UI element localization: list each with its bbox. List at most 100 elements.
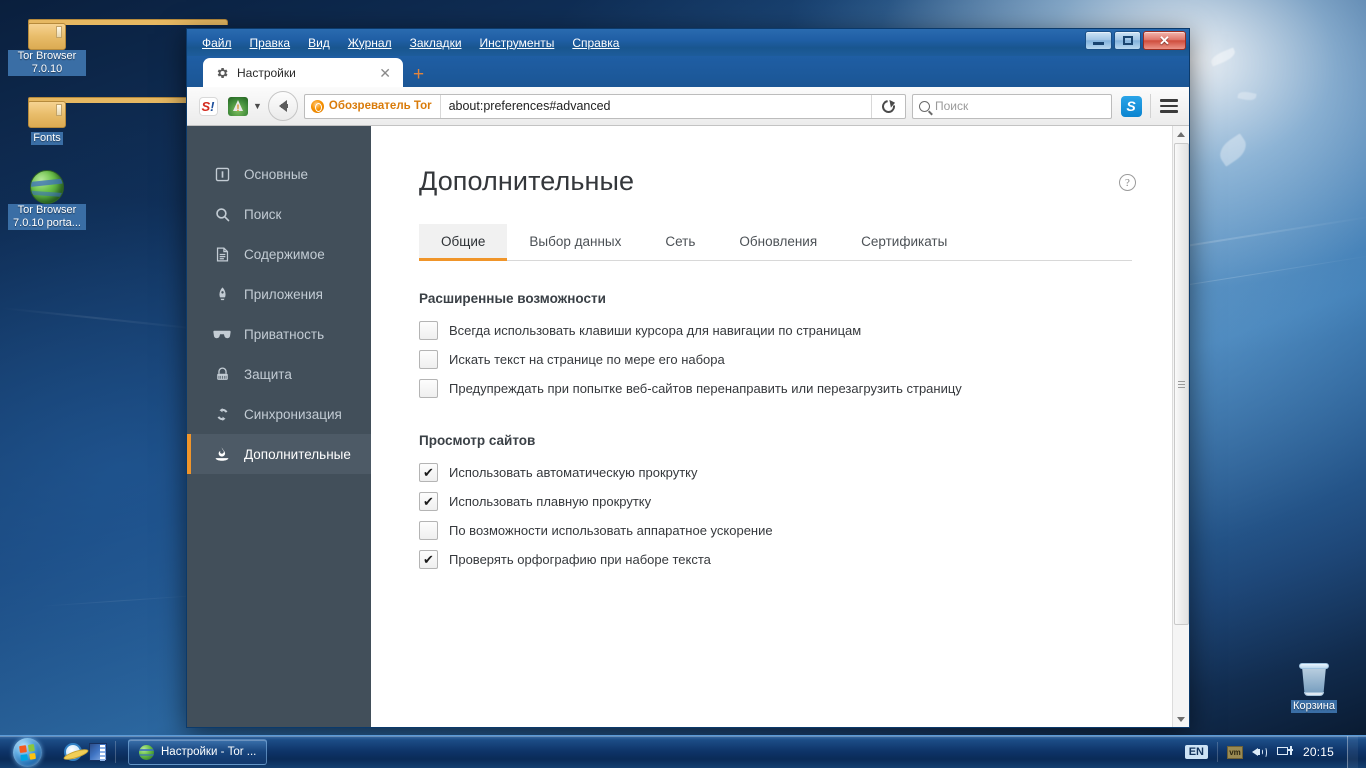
tray-divider: [1216, 742, 1218, 762]
sidebar-item-general[interactable]: Основные: [187, 154, 371, 194]
sidebar-item-advanced[interactable]: Дополнительные: [187, 434, 371, 474]
browser-tab-settings[interactable]: Настройки ✕: [203, 58, 403, 87]
privacy-icon: [213, 325, 231, 343]
vertical-scrollbar[interactable]: [1172, 126, 1189, 727]
chevron-down-icon: [1177, 716, 1185, 722]
checkbox-warn-redirect[interactable]: [419, 379, 438, 398]
sidebar-item-sync[interactable]: Синхронизация: [187, 394, 371, 434]
skype-icon: S: [1120, 95, 1142, 117]
checkbox-row-search-as-you-type[interactable]: Искать текст на странице по мере его наб…: [419, 345, 1172, 374]
menu-tools[interactable]: Инструменты: [471, 33, 564, 53]
desktop-icon-label: Tor Browser 7.0.10: [8, 50, 86, 76]
tab-data-choices[interactable]: Выбор данных: [507, 224, 643, 261]
sidebar-item-privacy[interactable]: Приватность: [187, 314, 371, 354]
search-input[interactable]: [935, 99, 1105, 113]
checkbox-row-smooth-scroll[interactable]: Использовать плавную прокрутку: [419, 487, 1172, 516]
desktop-icon-tor-browser-folder[interactable]: Tor Browser 7.0.10: [8, 6, 228, 77]
page-title: Дополнительные: [419, 166, 635, 196]
chevron-up-icon: [1177, 131, 1185, 137]
show-desktop-button[interactable]: [1347, 735, 1358, 768]
wallpaper-leaf: [1209, 47, 1237, 67]
s-bang-addon-button[interactable]: S!: [195, 93, 221, 119]
windows-logo-icon: [12, 737, 42, 767]
help-icon[interactable]: ?: [1119, 174, 1136, 191]
visualizer-icon[interactable]: [89, 743, 107, 761]
desktop-icon-recycle-bin[interactable]: Корзина: [1275, 652, 1353, 714]
start-button[interactable]: [2, 737, 52, 768]
title-bar: Файл Правка Вид Журнал Закладки Инструме…: [187, 29, 1189, 56]
menu-edit[interactable]: Правка: [241, 33, 300, 53]
checkbox-row-spellcheck[interactable]: Проверять орфографию при наборе текста: [419, 545, 1172, 574]
maximize-icon: [1122, 36, 1133, 45]
tab-title: Настройки: [237, 65, 296, 80]
tab-certificates[interactable]: Сертификаты: [839, 224, 969, 261]
url-input[interactable]: [440, 94, 871, 118]
desktop-icon-label: Fonts: [31, 132, 63, 145]
sidebar-item-content[interactable]: Содержимое: [187, 234, 371, 274]
minimize-button[interactable]: [1085, 31, 1112, 50]
new-tab-button[interactable]: +: [403, 65, 434, 87]
checkbox-label: Искать текст на странице по мере его наб…: [449, 352, 725, 367]
noscript-icon: [228, 96, 248, 116]
checkbox-row-warn-redirect[interactable]: Предупреждать при попытке веб-сайтов пер…: [419, 374, 1172, 403]
tab-updates[interactable]: Обновления: [717, 224, 839, 261]
scroll-down-button[interactable]: [1173, 711, 1190, 727]
sidebar-item-label: Синхронизация: [244, 406, 342, 422]
taskbar-separator: [115, 741, 116, 763]
search-box[interactable]: [912, 93, 1112, 119]
checkbox-label: Использовать автоматическую прокрутку: [449, 465, 698, 480]
identity-label: Обозреватель Tor: [328, 100, 432, 112]
url-bar[interactable]: Обозреватель Tor: [303, 93, 906, 119]
network-icon[interactable]: [1276, 745, 1294, 759]
sidebar-item-label: Основные: [244, 166, 309, 182]
tab-strip: Настройки ✕ +: [187, 56, 1189, 87]
desktop-icon-tor-browser-portable[interactable]: Tor Browser 7.0.10 porta...: [8, 160, 86, 231]
tab-general[interactable]: Общие: [419, 224, 508, 261]
minimize-icon: [1093, 42, 1104, 45]
close-icon: ✕: [1159, 33, 1170, 48]
checkbox-spellcheck[interactable]: [419, 550, 438, 569]
scroll-up-button[interactable]: [1173, 126, 1190, 142]
sidebar-item-applications[interactable]: Приложения: [187, 274, 371, 314]
checkbox-row-hardware-acceleration[interactable]: По возможности использовать аппаратное у…: [419, 516, 1172, 545]
menu-file[interactable]: Файл: [193, 33, 241, 53]
tab-close-icon[interactable]: ✕: [377, 66, 393, 80]
noscript-addon-button[interactable]: [227, 93, 249, 119]
menu-button[interactable]: [1157, 95, 1181, 117]
skype-addon-button[interactable]: S: [1118, 93, 1144, 119]
checkbox-row-caret-browsing[interactable]: Всегда использовать клавиши курсора для …: [419, 316, 1172, 345]
sidebar-item-security[interactable]: Защита: [187, 354, 371, 394]
clock[interactable]: 20:15: [1303, 745, 1334, 759]
sidebar-item-search[interactable]: Поиск: [187, 194, 371, 234]
menu-view[interactable]: Вид: [299, 33, 339, 53]
checkbox-label: Всегда использовать клавиши курсора для …: [449, 323, 862, 338]
volume-icon[interactable]: [1251, 745, 1268, 759]
checkbox-autoscroll[interactable]: [419, 463, 438, 482]
internet-explorer-icon[interactable]: [64, 743, 82, 761]
checkbox-caret-browsing[interactable]: [419, 321, 438, 340]
checkbox-row-autoscroll[interactable]: Использовать автоматическую прокрутку: [419, 458, 1172, 487]
menu-help[interactable]: Справка: [563, 33, 628, 53]
checkbox-hardware-acceleration[interactable]: [419, 521, 438, 540]
navigation-toolbar: S! ▼ Обозреватель Tor: [187, 87, 1189, 126]
menu-tools-label: Инструменты: [479, 35, 555, 50]
vm-icon[interactable]: vm: [1226, 745, 1243, 759]
chevron-down-icon[interactable]: ▼: [253, 101, 262, 111]
wallpaper-leaf: [1237, 90, 1257, 102]
maximize-button[interactable]: [1114, 31, 1141, 50]
menu-bookmarks[interactable]: Закладки: [401, 33, 471, 53]
desktop-icon-fonts-folder[interactable]: Fonts: [8, 84, 228, 146]
checkbox-label: По возможности использовать аппаратное у…: [449, 523, 773, 538]
taskbar-item-tor-settings[interactable]: Настройки - Tor ...: [128, 739, 268, 765]
reload-button[interactable]: [871, 94, 905, 118]
checkbox-smooth-scroll[interactable]: [419, 492, 438, 511]
close-button[interactable]: ✕: [1143, 31, 1186, 50]
tab-network[interactable]: Сеть: [643, 224, 717, 261]
sidebar-item-label: Приложения: [244, 286, 323, 302]
identity-box[interactable]: Обозреватель Tor: [305, 94, 441, 118]
back-button[interactable]: [267, 91, 298, 121]
menu-history[interactable]: Журнал: [339, 33, 401, 53]
language-indicator[interactable]: EN: [1184, 745, 1208, 759]
scrollbar-thumb[interactable]: [1174, 143, 1189, 625]
checkbox-search-as-you-type[interactable]: [419, 350, 438, 369]
